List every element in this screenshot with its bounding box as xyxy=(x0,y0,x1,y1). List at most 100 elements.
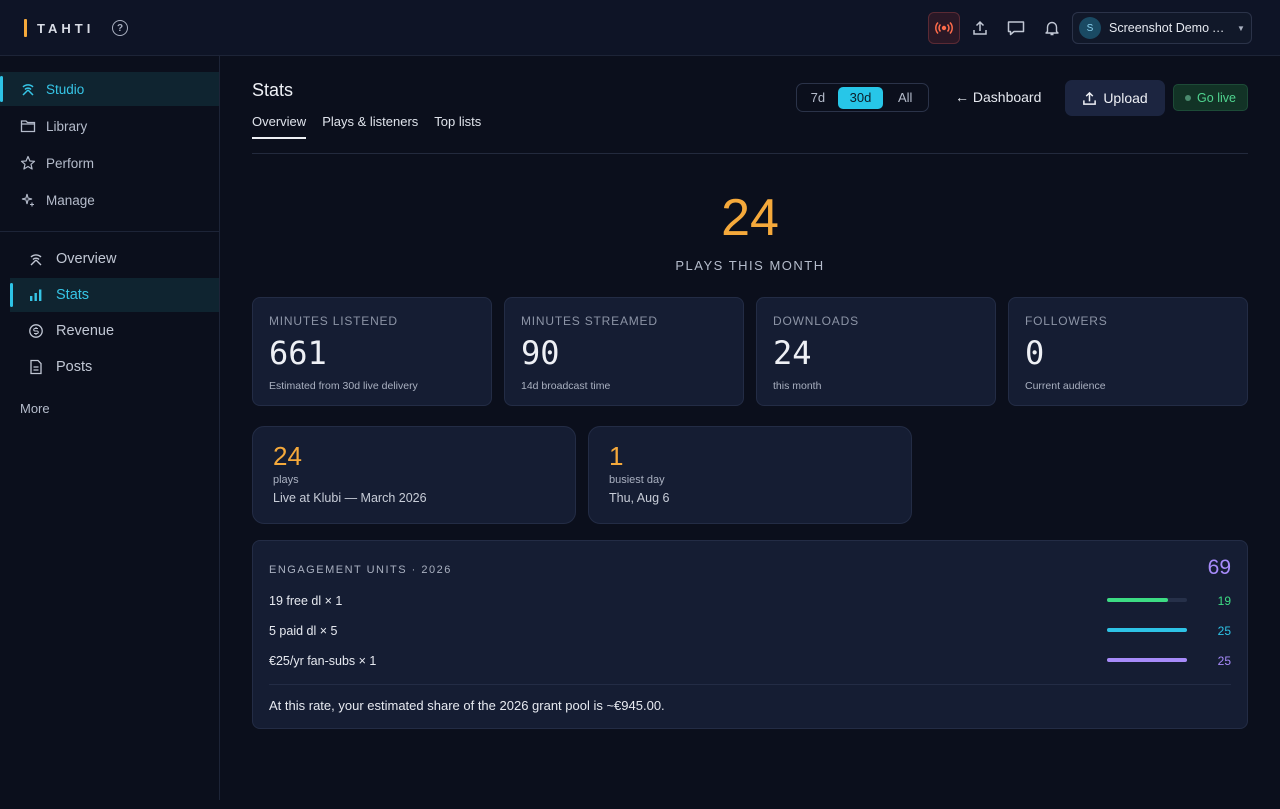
go-live-button[interactable]: Go live xyxy=(1173,84,1248,111)
upload-label: Upload xyxy=(1103,90,1148,106)
sidebar-item-label: Manage xyxy=(46,192,95,208)
engagement-row-value: 25 xyxy=(1217,624,1231,638)
dashboard-link[interactable]: ← Dashboard xyxy=(955,89,1041,105)
bell-icon[interactable] xyxy=(1040,16,1064,40)
highlight-label: plays xyxy=(273,474,299,486)
divider xyxy=(0,231,219,232)
stat-card-followers: FOLLOWERS 0 Current audience xyxy=(1008,297,1248,406)
overview-icon xyxy=(28,251,44,267)
chat-icon[interactable] xyxy=(1004,16,1028,40)
engagement-row-value: 19 xyxy=(1217,594,1231,608)
brand-logo[interactable]: TAHTI xyxy=(24,18,94,38)
engagement-total: 69 xyxy=(1207,556,1231,579)
divider xyxy=(252,153,1248,154)
sidebar: Studio Library Perform Manage Overview S… xyxy=(0,56,220,800)
highlight-value: 1 xyxy=(609,441,624,471)
sidebar-item-manage[interactable]: Manage xyxy=(0,183,219,217)
stat-card-downloads: DOWNLOADS 24 this month xyxy=(756,297,996,406)
top-bar: TAHTI ? S Screenshot Demo A… ▼ xyxy=(0,0,1280,56)
range-all-button[interactable]: All xyxy=(885,87,925,109)
stat-value: 661 xyxy=(269,334,327,372)
engagement-row-value: 25 xyxy=(1217,654,1231,668)
stat-card-minutes-streamed: MINUTES STREAMED 90 14d broadcast time xyxy=(504,297,744,406)
tab-bar: Overview Plays & listeners Top lists xyxy=(252,114,481,139)
sidebar-item-label: Studio xyxy=(46,81,85,97)
range-selector: 7d 30d All xyxy=(796,83,929,112)
sidebar-item-label: Library xyxy=(46,118,88,134)
progress-fill xyxy=(1107,658,1187,662)
sidebar-item-perform[interactable]: Perform xyxy=(0,146,219,180)
stat-label: MINUTES LISTENED xyxy=(269,314,398,328)
highlight-subtext: Thu, Aug 6 xyxy=(609,491,670,505)
progress-bar xyxy=(1107,628,1187,632)
stat-subtext: this month xyxy=(773,380,822,392)
status-dot xyxy=(1185,94,1192,101)
progress-bar xyxy=(1107,598,1187,602)
range-30d-button[interactable]: 30d xyxy=(837,86,884,109)
highlight-value: 24 xyxy=(273,441,302,471)
range-7d-button[interactable]: 7d xyxy=(800,87,836,109)
highlight-card-busiest-day[interactable]: 1 busiest day Thu, Aug 6 xyxy=(588,426,912,524)
progress-fill xyxy=(1107,598,1168,602)
account-menu[interactable]: S Screenshot Demo A… ▼ xyxy=(1072,12,1252,44)
sidebar-item-studio[interactable]: Studio xyxy=(0,72,219,106)
upload-icon[interactable] xyxy=(968,16,992,40)
document-icon xyxy=(28,359,44,375)
progress-bar xyxy=(1107,658,1187,662)
stat-label: FOLLOWERS xyxy=(1025,314,1108,328)
sidebar-item-revenue[interactable]: Revenue xyxy=(10,314,219,348)
tab-plays-listeners[interactable]: Plays & listeners xyxy=(322,114,418,138)
stat-value: 24 xyxy=(773,334,812,372)
upload-button[interactable]: Upload xyxy=(1065,80,1165,116)
engagement-row: 5 paid dl × 5 25 xyxy=(269,621,1231,641)
more-link[interactable]: More xyxy=(20,401,50,416)
help-icon[interactable]: ? xyxy=(112,20,128,36)
go-live-label: Go live xyxy=(1197,90,1236,105)
sidebar-item-posts[interactable]: Posts xyxy=(10,350,219,384)
folder-icon xyxy=(20,118,36,134)
upload-icon xyxy=(1083,91,1097,105)
star-icon xyxy=(20,155,36,171)
stat-card-minutes-listened: MINUTES LISTENED 661 Estimated from 30d … xyxy=(252,297,492,406)
progress-fill xyxy=(1107,628,1187,632)
highlight-card-top-release[interactable]: 24 plays Live at Klubi — March 2026 xyxy=(252,426,576,524)
avatar: S xyxy=(1079,17,1101,39)
coin-icon xyxy=(28,323,44,339)
stat-label: MINUTES STREAMED xyxy=(521,314,658,328)
studio-icon xyxy=(20,81,36,97)
stat-subtext: Estimated from 30d live delivery xyxy=(269,380,418,392)
chevron-down-icon: ▼ xyxy=(1237,23,1245,33)
bar-chart-icon xyxy=(28,287,44,303)
broadcast-icon xyxy=(935,21,953,35)
engagement-units-card: ENGAGEMENT UNITS · 2026 69 19 free dl × … xyxy=(252,540,1248,729)
sidebar-item-label: Posts xyxy=(56,359,93,375)
engagement-row: €25/yr fan-subs × 1 25 xyxy=(269,651,1231,671)
tab-top-lists[interactable]: Top lists xyxy=(434,114,481,138)
sidebar-item-overview[interactable]: Overview xyxy=(10,242,219,276)
sidebar-item-label: Revenue xyxy=(56,323,115,339)
sidebar-item-label: Overview xyxy=(56,251,117,267)
stat-value: 90 xyxy=(521,334,560,372)
broadcast-button[interactable] xyxy=(928,12,960,44)
brand-name: TAHTI xyxy=(37,20,95,36)
hero-label: PLAYS THIS MONTH xyxy=(675,258,825,273)
divider xyxy=(269,684,1231,685)
highlight-label: busiest day xyxy=(609,474,665,486)
sidebar-item-label: Perform xyxy=(46,155,95,171)
stat-value: 0 xyxy=(1025,334,1045,372)
sidebar-item-stats[interactable]: Stats xyxy=(10,278,219,312)
sparkle-icon xyxy=(20,192,36,208)
hero-value: 24 xyxy=(721,189,779,247)
stat-subtext: Current audience xyxy=(1025,380,1106,392)
account-name: Screenshot Demo A… xyxy=(1109,21,1231,35)
engagement-row-label: €25/yr fan-subs × 1 xyxy=(269,654,377,668)
tab-overview[interactable]: Overview xyxy=(252,114,307,139)
stat-subtext: 14d broadcast time xyxy=(521,380,611,392)
sidebar-item-label: Stats xyxy=(56,287,90,303)
stat-label: DOWNLOADS xyxy=(773,314,859,328)
engagement-row: 19 free dl × 1 19 xyxy=(269,591,1231,611)
brand-mark xyxy=(24,19,27,37)
page-title: Stats xyxy=(252,80,294,100)
sidebar-item-library[interactable]: Library xyxy=(0,109,219,143)
engagement-title: ENGAGEMENT UNITS · 2026 xyxy=(269,564,452,576)
